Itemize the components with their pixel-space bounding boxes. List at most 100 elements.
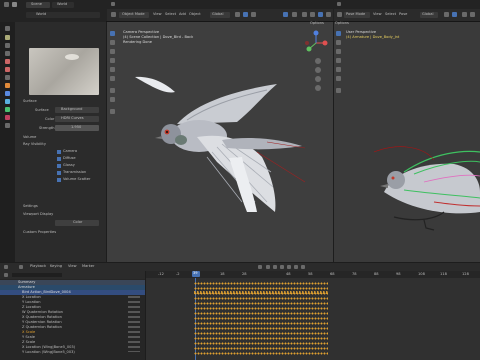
zoom-icon[interactable] — [315, 58, 321, 64]
pin-icon[interactable] — [12, 2, 17, 7]
menu-marker[interactable]: Marker — [82, 264, 94, 269]
tool-tab-icon[interactable] — [5, 26, 10, 31]
material-tab-icon[interactable] — [5, 115, 10, 120]
annotate-tool-icon[interactable] — [336, 88, 341, 93]
editor-type-icon[interactable] — [4, 265, 8, 269]
snap-icon[interactable] — [452, 12, 457, 17]
rendered-shading-icon[interactable] — [326, 12, 331, 17]
material-shading-icon[interactable] — [318, 12, 323, 17]
overlay-icon[interactable] — [462, 12, 467, 17]
overlay-icon[interactable] — [292, 12, 297, 17]
select-tool-icon[interactable] — [336, 31, 341, 36]
menu-add[interactable]: Add — [179, 12, 186, 17]
jump-end-icon[interactable] — [301, 265, 305, 269]
scale-tool-icon[interactable] — [336, 67, 341, 72]
keyframe-row-summary[interactable] — [194, 291, 328, 294]
filter-icon[interactable] — [4, 273, 8, 277]
menu-keying[interactable]: Keying — [50, 264, 62, 269]
shading-icon[interactable] — [470, 12, 475, 17]
proportional-icon[interactable] — [251, 12, 256, 17]
transform-orientation[interactable]: Global — [210, 12, 230, 18]
play-reverse-icon[interactable] — [280, 265, 284, 269]
visibility-icons[interactable] — [128, 296, 140, 352]
channel-search[interactable] — [12, 273, 62, 277]
cursor-tool-icon[interactable] — [110, 40, 115, 45]
gizmo-icon[interactable] — [283, 12, 288, 17]
record-icon[interactable] — [258, 265, 262, 269]
move-tool-icon[interactable] — [336, 49, 341, 54]
editor-type-icon[interactable] — [111, 12, 116, 17]
modifier-tab-icon[interactable] — [5, 91, 10, 96]
transform-tool-icon[interactable] — [110, 76, 115, 81]
move-tool-icon[interactable] — [110, 49, 115, 54]
rotate-tool-icon[interactable] — [336, 58, 341, 63]
collection-tab-icon[interactable] — [5, 75, 10, 80]
pan-icon[interactable] — [315, 67, 321, 73]
orientation-right[interactable]: Global — [420, 12, 438, 18]
volume-section-header[interactable]: Volume — [23, 135, 103, 141]
xray-icon[interactable] — [302, 12, 307, 17]
physics-tab-icon[interactable] — [5, 107, 10, 112]
tab-world[interactable]: World — [52, 2, 74, 8]
scene-tab-icon[interactable] — [5, 59, 10, 64]
viewport-pose[interactable]: User Perspective (4) Armature | Dove_Bod… — [334, 21, 480, 262]
viewport-display-header[interactable]: Viewport Display — [23, 212, 103, 218]
options-button-right[interactable]: Options — [335, 21, 349, 26]
menu-playback[interactable]: Playback — [30, 264, 46, 269]
viewport-display-color[interactable]: Color — [55, 220, 99, 226]
pivot-icon[interactable] — [444, 12, 449, 17]
mode-dropdown[interactable]: Object Mode — [119, 12, 149, 18]
cursor-tool-icon[interactable] — [336, 40, 341, 45]
navigation-gizmo[interactable] — [303, 30, 329, 56]
editor-type-icon[interactable] — [337, 12, 342, 17]
output-tab-icon[interactable] — [5, 43, 10, 48]
object-tab-icon[interactable] — [5, 83, 10, 88]
scale-tool-icon[interactable] — [110, 67, 115, 72]
add-cube-tool-icon[interactable] — [110, 109, 115, 114]
menu-view[interactable]: View — [153, 12, 162, 17]
particles-tab-icon[interactable] — [5, 99, 10, 104]
editor-type-icon[interactable] — [4, 2, 9, 7]
menu-select-right[interactable]: Select — [385, 12, 396, 17]
snap-icon[interactable] — [243, 12, 248, 17]
menu-view[interactable]: View — [68, 264, 77, 269]
annotate-tool-icon[interactable] — [110, 88, 115, 93]
menu-object[interactable]: Object — [189, 12, 201, 17]
rotate-tool-icon[interactable] — [110, 58, 115, 63]
transform-tool-icon[interactable] — [336, 76, 341, 81]
menu-select[interactable]: Select — [165, 12, 176, 17]
menu-view-right[interactable]: View — [373, 12, 382, 17]
mode-dropdown-right[interactable]: Pose Mode — [344, 12, 370, 18]
surface-section-header[interactable]: Surface — [23, 99, 103, 105]
ray-visibility-header[interactable]: Ray Visibility — [23, 142, 103, 148]
jump-start-icon[interactable] — [266, 265, 270, 269]
surface-dropdown[interactable]: Background — [55, 107, 99, 113]
world-tab-icon[interactable] — [5, 67, 10, 72]
view-icon[interactable] — [337, 2, 341, 6]
texture-tab-icon[interactable] — [5, 123, 10, 128]
render-tab-icon[interactable] — [5, 35, 10, 40]
world-name-field[interactable]: World — [26, 12, 100, 18]
options-button[interactable]: Options — [310, 21, 324, 26]
settings-section-header[interactable]: Settings — [23, 204, 103, 210]
measure-tool-icon[interactable] — [110, 97, 115, 102]
playback-icon[interactable] — [19, 265, 23, 269]
camera-view-icon[interactable] — [315, 76, 321, 82]
solid-shading-icon[interactable] — [310, 12, 315, 17]
viewport-camera[interactable]: Camera Perspective (4) Scene Collection … — [107, 21, 333, 262]
strength-field[interactable]: 1.950 — [55, 125, 99, 131]
view-icon[interactable] — [111, 2, 115, 6]
select-tool-icon[interactable] — [110, 31, 115, 36]
current-frame-indicator[interactable]: 39 — [192, 271, 200, 277]
next-key-icon[interactable] — [294, 265, 298, 269]
prev-key-icon[interactable] — [273, 265, 277, 269]
keyframe-area[interactable]: -12 -2 18 28 48 58 68 78 88 98 108 118 1… — [146, 271, 480, 360]
pivot-icon[interactable] — [235, 12, 240, 17]
view-layer-tab-icon[interactable] — [5, 51, 10, 56]
custom-properties-header[interactable]: Custom Properties — [23, 230, 103, 236]
channel-row[interactable]: Y Location (Wing|Bone5_003) — [0, 350, 145, 355]
menu-pose[interactable]: Pose — [399, 12, 407, 17]
play-icon[interactable] — [287, 265, 291, 269]
color-input-socket[interactable]: HDRI Curves — [55, 116, 99, 122]
frame-ruler[interactable]: -12 -2 18 28 48 58 68 78 88 98 108 118 1… — [146, 271, 480, 278]
